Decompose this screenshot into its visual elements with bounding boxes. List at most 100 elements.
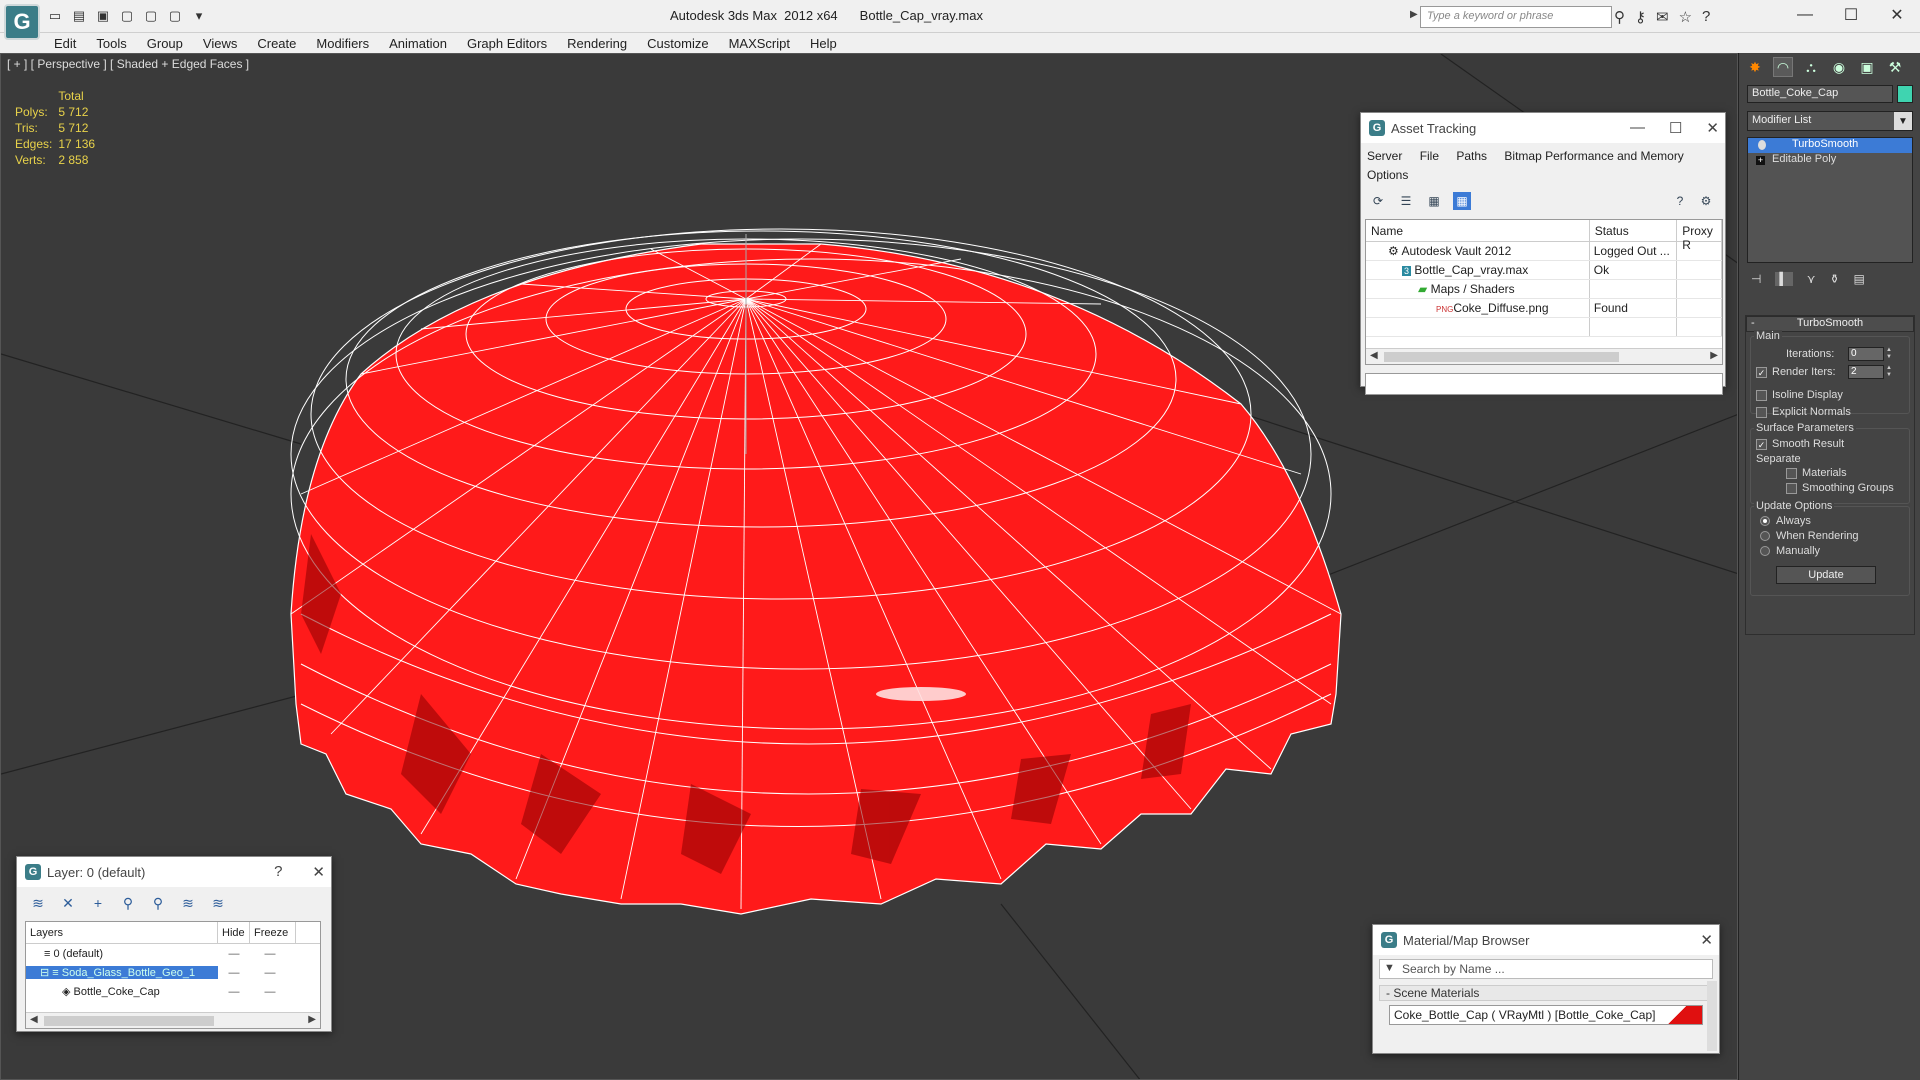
column-freeze[interactable]: Freeze bbox=[250, 922, 296, 943]
maximize-icon[interactable]: ☐ bbox=[1828, 0, 1874, 30]
thumbnail-view-icon[interactable]: ▦ bbox=[1425, 192, 1443, 210]
display-tab-icon[interactable]: ▣ bbox=[1857, 57, 1877, 77]
save-file-icon[interactable]: ▣ bbox=[94, 8, 112, 24]
scene-materials-group[interactable]: - Scene Materials bbox=[1379, 985, 1713, 1001]
browser-options-icon[interactable]: ▼ bbox=[1384, 962, 1395, 974]
remove-modifier-icon[interactable]: ⚱ bbox=[1829, 272, 1839, 286]
table-row[interactable] bbox=[1366, 318, 1722, 337]
table-view-icon[interactable]: ▦ bbox=[1453, 192, 1471, 210]
column-hide[interactable]: Hide bbox=[218, 922, 250, 943]
delete-layer-icon[interactable]: ✕ bbox=[59, 894, 77, 912]
refresh-icon[interactable]: ⟳ bbox=[1369, 192, 1387, 210]
make-unique-icon[interactable]: ⋎ bbox=[1807, 272, 1816, 286]
motion-tab-icon[interactable]: ◉ bbox=[1829, 57, 1849, 77]
always-radio[interactable] bbox=[1760, 516, 1770, 526]
menu-edit[interactable]: Edit bbox=[54, 36, 76, 51]
asset-path-field[interactable] bbox=[1365, 373, 1723, 395]
object-color-swatch[interactable] bbox=[1897, 85, 1913, 103]
undo-icon[interactable]: ▢ bbox=[118, 8, 136, 24]
scroll-right-icon[interactable]: ▶ bbox=[1710, 350, 1718, 361]
redo-icon[interactable]: ▢ bbox=[142, 8, 160, 24]
highlight-layer-icon[interactable]: ⚲ bbox=[149, 894, 167, 912]
menu-file[interactable]: File bbox=[1420, 149, 1439, 163]
menu-tools[interactable]: Tools bbox=[96, 36, 126, 51]
menu-options[interactable]: Options bbox=[1367, 168, 1408, 182]
material-search-input[interactable]: ▼ Search by Name ... bbox=[1379, 959, 1713, 979]
materials-checkbox[interactable] bbox=[1786, 468, 1797, 479]
column-layers[interactable]: Layers bbox=[26, 922, 218, 943]
keyword-search-input[interactable]: Type a keyword or phrase bbox=[1420, 6, 1612, 28]
menu-customize[interactable]: Customize bbox=[647, 36, 708, 51]
create-tab-icon[interactable]: ✸ bbox=[1745, 57, 1765, 77]
new-layer-icon[interactable]: ≋ bbox=[29, 894, 47, 912]
bottle-cap-mesh[interactable] bbox=[290, 228, 1342, 915]
menu-server[interactable]: Server bbox=[1367, 149, 1402, 163]
new-scene-icon[interactable]: ▭ bbox=[46, 8, 64, 24]
expand-icon[interactable]: ⊟ ≡ bbox=[40, 967, 62, 979]
menu-graph-editors[interactable]: Graph Editors bbox=[467, 36, 547, 51]
chevron-down-icon[interactable]: ▼ bbox=[1894, 112, 1912, 130]
horizontal-scrollbar[interactable]: ◀ ▶ bbox=[26, 1012, 320, 1028]
menu-create[interactable]: Create bbox=[257, 36, 296, 51]
project-folder-icon[interactable]: ▢ bbox=[166, 8, 184, 24]
render-iters-checkbox[interactable]: ✓ bbox=[1756, 367, 1767, 378]
scroll-thumb[interactable] bbox=[44, 1016, 214, 1026]
help-icon[interactable]: ? bbox=[1702, 8, 1710, 26]
menu-maxscript[interactable]: MAXScript bbox=[729, 36, 790, 51]
scroll-left-icon[interactable]: ◀ bbox=[1370, 350, 1378, 361]
add-to-layer-icon[interactable]: + bbox=[89, 894, 107, 912]
close-icon[interactable]: ✕ bbox=[312, 863, 325, 881]
layer-row[interactable]: ◈ Bottle_Coke_Cap — — bbox=[26, 982, 320, 1001]
layer-row[interactable]: ≡ 0 (default) — — bbox=[26, 944, 320, 963]
column-status[interactable]: Status bbox=[1590, 220, 1678, 241]
menu-modifiers[interactable]: Modifiers bbox=[316, 36, 369, 51]
table-row[interactable]: 3 Bottle_Cap_vray.max Ok bbox=[1366, 261, 1722, 280]
modifier-list-dropdown[interactable]: Modifier List ▼ bbox=[1747, 111, 1913, 131]
material-browser-titlebar[interactable]: G Material/Map Browser ✕ bbox=[1373, 925, 1719, 955]
freeze-toggle[interactable]: — bbox=[250, 986, 290, 998]
stack-item-turbosmooth[interactable]: TurboSmooth bbox=[1748, 138, 1912, 153]
lightbulb-icon[interactable] bbox=[1758, 140, 1766, 150]
binoculars-icon[interactable]: ⚲ bbox=[1614, 8, 1625, 26]
object-name-field[interactable]: Bottle_Coke_Cap bbox=[1747, 85, 1893, 103]
table-row[interactable]: ⚙ Autodesk Vault 2012 Logged Out ... bbox=[1366, 242, 1722, 261]
hide-toggle[interactable]: — bbox=[218, 948, 250, 960]
hide-all-icon[interactable]: ≋ bbox=[179, 894, 197, 912]
pin-stack-icon[interactable]: ⊣ bbox=[1751, 272, 1761, 286]
communication-icon[interactable]: ✉ bbox=[1656, 8, 1669, 26]
close-icon[interactable]: ✕ bbox=[1874, 0, 1920, 30]
column-name[interactable]: Name bbox=[1366, 220, 1590, 241]
hide-toggle[interactable]: — bbox=[218, 967, 250, 979]
stack-item-editable-poly[interactable]: + Editable Poly bbox=[1748, 153, 1912, 168]
modify-tab-icon[interactable]: ◠ bbox=[1773, 57, 1793, 77]
utilities-tab-icon[interactable]: ⚒ bbox=[1885, 57, 1905, 77]
smooth-result-checkbox[interactable]: ✓ bbox=[1756, 439, 1767, 450]
search-expand-icon[interactable]: ▶ bbox=[1410, 9, 1418, 20]
spinner-arrows-icon[interactable]: ▲ ▼ bbox=[1886, 365, 1894, 379]
table-row[interactable]: ▰ Maps / Shaders bbox=[1366, 280, 1722, 299]
dropdown-arrow-icon[interactable]: ▾ bbox=[190, 8, 208, 24]
key-icon[interactable]: ⚷ bbox=[1635, 8, 1646, 26]
table-row[interactable]: PNGCoke_Diffuse.png Found bbox=[1366, 299, 1723, 318]
settings-icon[interactable]: ⚙ bbox=[1697, 192, 1715, 210]
menu-group[interactable]: Group bbox=[147, 36, 183, 51]
close-icon[interactable]: ✕ bbox=[1706, 119, 1719, 137]
isoline-display-checkbox[interactable] bbox=[1756, 390, 1767, 401]
freeze-toggle[interactable]: — bbox=[250, 967, 290, 979]
menu-paths[interactable]: Paths bbox=[1456, 149, 1487, 163]
manually-radio[interactable] bbox=[1760, 546, 1770, 556]
freeze-toggle[interactable]: — bbox=[250, 948, 290, 960]
hierarchy-tab-icon[interactable]: ⛬ bbox=[1801, 57, 1821, 77]
close-icon[interactable]: ✕ bbox=[1700, 931, 1713, 949]
vertical-scrollbar[interactable] bbox=[1707, 981, 1717, 1051]
spinner-arrows-icon[interactable]: ▲ ▼ bbox=[1886, 347, 1894, 361]
material-entry[interactable]: Coke_Bottle_Cap ( VRayMtl ) [Bottle_Coke… bbox=[1389, 1005, 1703, 1025]
menu-help[interactable]: Help bbox=[810, 36, 837, 51]
freeze-all-icon[interactable]: ≋ bbox=[209, 894, 227, 912]
favorites-star-icon[interactable]: ☆ bbox=[1679, 8, 1692, 26]
render-iters-spinner[interactable]: 2 bbox=[1848, 365, 1884, 379]
menu-rendering[interactable]: Rendering bbox=[567, 36, 627, 51]
open-file-icon[interactable]: ▤ bbox=[70, 8, 88, 24]
layer-row[interactable]: ⊟ ≡ Soda_Glass_Bottle_Geo_1 — — bbox=[26, 963, 320, 982]
expand-icon[interactable]: + bbox=[1756, 156, 1765, 165]
